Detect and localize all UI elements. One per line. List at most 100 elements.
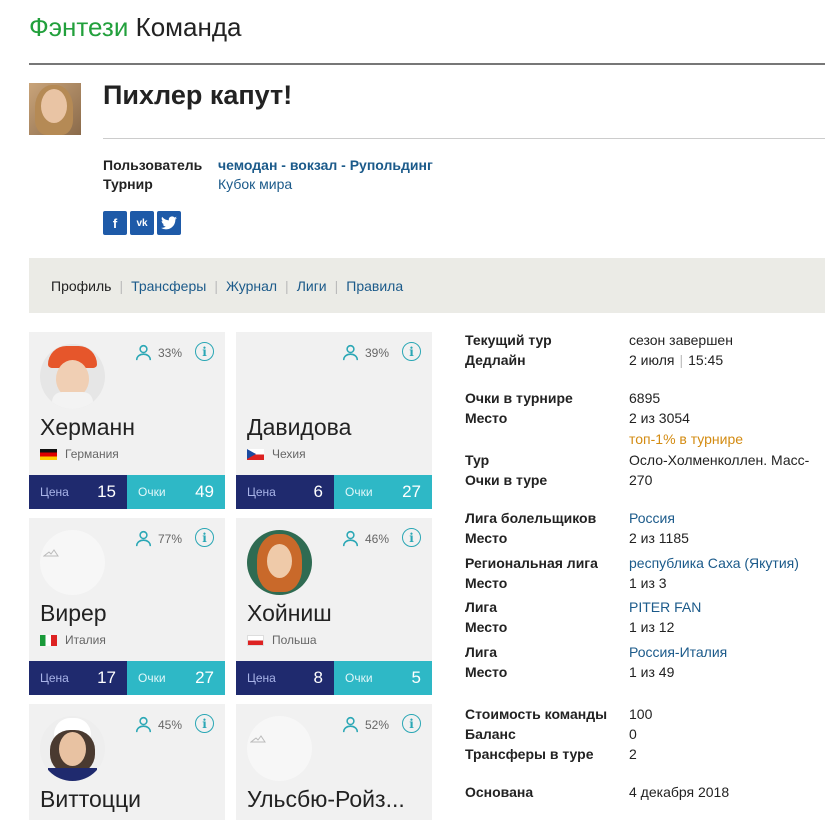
top-percent-badge: топ-1% в турнире [629,431,744,447]
athlete-card[interactable]: 33% i Херманн Германия Цена 15 Очки 49 [29,332,225,509]
stat-label: Место [465,575,508,591]
team-name: Пихлер капут! [103,80,293,110]
points-value: 27 [402,482,421,501]
athlete-country: Германия [40,447,119,461]
vk-icon: vk [136,217,148,229]
stat-label: Дедлайн [465,352,526,368]
ownership: 45% [135,716,182,733]
stat-label: Текущий тур [465,332,552,348]
athlete-card[interactable]: 39% i Давидова Чехия Цена 6 Очки 27 [236,332,432,509]
nav-leagues[interactable]: Лиги [297,278,327,294]
athlete-country: Польша [247,633,317,647]
league-link[interactable]: PITER FAN [629,599,701,615]
athlete-stats-bar: Цена 8 Очки 5 [236,661,432,695]
info-icon[interactable]: i [195,714,214,733]
stat-label: Место [465,410,508,426]
nav-rules[interactable]: Правила [346,278,403,294]
stat-label: Трансферы в туре [465,746,594,762]
athlete-card[interactable]: 77% i Вирер Италия Цена 17 Очки 27 [29,518,225,695]
tournament-label: Турнир [103,176,153,192]
price-value: 6 [313,482,323,501]
deadline-time: 15:45 [688,352,724,368]
facebook-share-button[interactable]: f [103,211,127,235]
price-value: 17 [97,668,116,687]
stat-value: 4 декабря 2018 [629,784,730,800]
stat-value: 1 из 12 [629,619,675,635]
ownership-value: 45% [158,717,183,732]
athlete-name: Давидова [247,414,352,440]
info-icon[interactable]: i [195,342,214,361]
fans-league-link[interactable]: Россия [629,510,675,526]
nav-transfers[interactable]: Трансферы [131,278,206,294]
athlete-name: Вирер [40,600,107,626]
country-name: Чехия [272,447,306,461]
info-icon[interactable]: i [402,714,421,733]
athlete-country: Италия [40,633,106,647]
stat-label: Региональная лига [465,555,598,571]
stat-label: Очки в туре [465,472,548,488]
user-icon [135,344,152,361]
athlete-stats-bar: Цена 17 Очки 27 [29,661,225,695]
nav-profile[interactable]: Профиль [51,278,111,294]
stat-value: 1 из 49 [629,664,675,680]
team-avatar [29,83,81,135]
points-label: Очки [138,671,166,685]
info-icon[interactable]: i [195,528,214,547]
site-title[interactable]: Фэнтези Команда [29,12,242,43]
stat-label: Лига [465,599,498,615]
athlete-card[interactable]: 52% i Ульсбю-Ройз... [236,704,432,820]
team-name-divider [103,138,825,139]
athlete-photo-placeholder [40,530,105,595]
country-name: Италия [65,633,106,647]
athlete-photo [40,716,105,781]
tournament-link[interactable]: Кубок мира [218,176,292,192]
athlete-stats-bar: Цена 6 Очки 27 [236,475,432,509]
nav-journal[interactable]: Журнал [226,278,277,294]
country-name: Германия [65,447,119,461]
stat-label: Основана [465,784,534,800]
user-icon [342,530,359,547]
ownership: 52% [342,716,389,733]
stat-value: 2 [629,746,637,762]
stat-value: 2 июля | 15:45 [629,352,723,368]
deadline-separator: | [679,352,684,368]
price-value: 15 [97,482,116,501]
user-icon [342,344,359,361]
athlete-name: Херманн [40,414,135,440]
athlete-card[interactable]: 45% i Виттоцци [29,704,225,820]
athlete-photo-placeholder [247,716,312,781]
athlete-name: Ульсбю-Ройз... [247,786,405,812]
deadline-date: 2 июля [629,352,675,368]
stat-label: Очки в турнире [465,390,573,406]
points-value: 27 [195,668,214,687]
regional-league-link[interactable]: республика Саха (Якутия) [629,555,799,571]
ownership: 33% [135,344,182,361]
user-icon [342,716,359,733]
facebook-icon: f [112,215,118,231]
stat-value: 270 [629,472,653,488]
price-label: Цена [247,671,276,685]
price-label: Цена [40,671,69,685]
info-icon[interactable]: i [402,528,421,547]
user-link[interactable]: чемодан - вокзал - Рупольдинг [218,157,433,173]
athlete-name: Хойниш [247,600,332,626]
stat-label: Место [465,619,508,635]
stat-value: 2 из 3054 [629,410,690,426]
stat-label: Тур [465,452,490,468]
stat-label: Стоимость команды [465,706,608,722]
stat-value: 1 из 3 [629,575,667,591]
stat-value: 2 из 1185 [629,530,689,546]
athlete-card[interactable]: 46% i Хойниш Польша Цена 8 Очки 5 [236,518,432,695]
twitter-share-button[interactable] [157,211,181,235]
site-title-rest: Команда [135,12,242,42]
poland-flag-icon [247,634,264,646]
vk-share-button[interactable]: vk [130,211,154,235]
ownership-value: 77% [158,531,183,546]
site-brand: Фэнтези [29,12,129,42]
ownership: 39% [342,344,389,361]
league-link[interactable]: Россия-Италия [629,644,727,660]
info-icon[interactable]: i [402,342,421,361]
stat-value: 100 [629,706,653,722]
user-icon [135,530,152,547]
header-divider [29,63,825,65]
